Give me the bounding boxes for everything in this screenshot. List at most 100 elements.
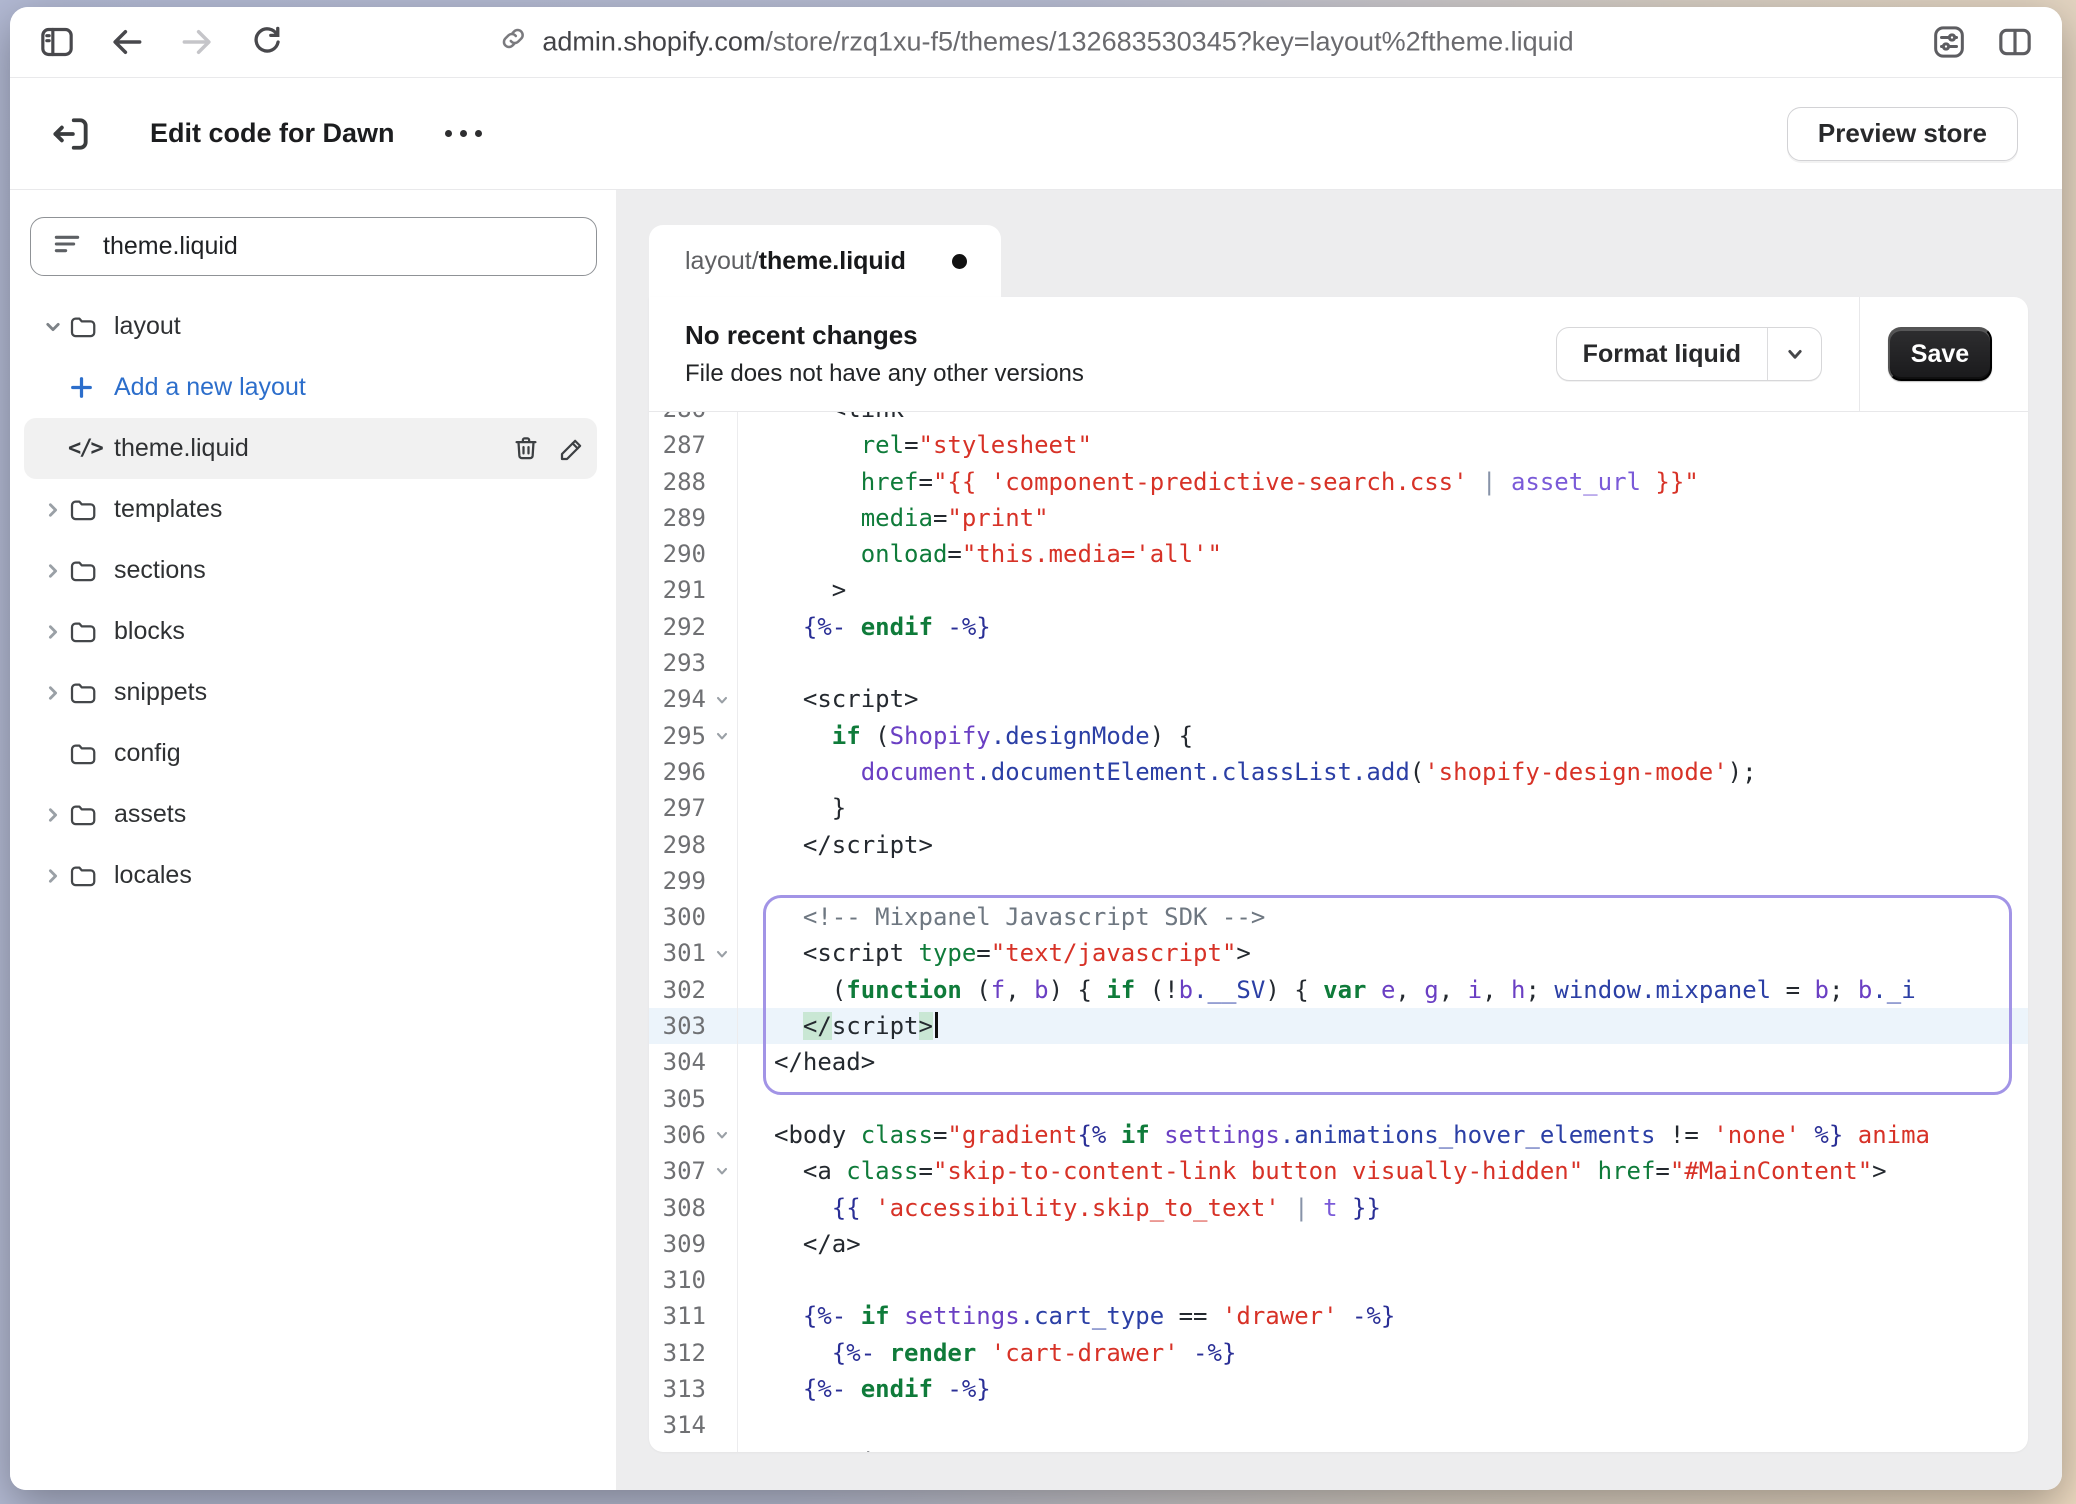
fold-chevron-icon[interactable] [706,1153,737,1189]
reload-icon[interactable] [246,21,288,63]
split-view-icon[interactable] [1994,21,2036,63]
folder-icon [68,556,114,586]
code-line: 298 </script> [649,827,2028,863]
format-liquid-button[interactable]: Format liquid [1556,327,1822,381]
text-cursor [935,1012,938,1038]
line-number: 302 [649,972,706,1008]
rename-file-icon[interactable] [557,434,587,464]
code-line-text[interactable]: <script> [737,681,919,717]
sidebar-item-theme-liquid[interactable]: </>theme.liquid [24,418,597,479]
code-line-text[interactable]: {%- endif -%} [737,609,991,645]
sidebar-item-templates[interactable]: templates [24,479,597,540]
line-number: 291 [649,572,706,608]
fold-gutter [706,1407,737,1443]
folder-label: templates [114,495,222,524]
sidebar-toggle-icon[interactable] [36,21,78,63]
code-line-text[interactable] [737,1407,774,1443]
format-liquid-label[interactable]: Format liquid [1557,328,1767,380]
code-line: 310 [649,1262,2028,1298]
fold-chevron-icon[interactable] [706,1117,737,1153]
code-line: 299 [649,863,2028,899]
code-line-text[interactable] [737,645,774,681]
status-subtitle: File does not have any other versions [685,360,1556,388]
code-line-text[interactable]: onload="this.media='all'" [737,536,1222,572]
code-line-text[interactable]: <script> [737,1444,919,1452]
code-line-text[interactable]: (function (f, b) { if (!b.__SV) { var e,… [737,972,1916,1008]
code-line-text[interactable]: {%- render 'cart-drawer' -%} [737,1335,1236,1371]
address-bar[interactable]: admin.shopify.com/store/rzq1xu-f5/themes… [498,24,1573,61]
code-line-text[interactable]: } [737,790,846,826]
fold-chevron-icon[interactable] [706,681,737,717]
code-line-text[interactable]: {%- endif -%} [737,1371,991,1407]
sidebar-item-blocks[interactable]: blocks [24,601,597,662]
fold-gutter [706,754,737,790]
save-button[interactable]: Save [1888,327,1992,381]
sidebar-item-layout[interactable]: layout [24,296,597,357]
tab-layout-theme-liquid[interactable]: layout/theme.liquid [649,225,1001,297]
folder-label: blocks [114,617,185,646]
sidebar-item-config[interactable]: config [24,723,597,784]
preview-store-button[interactable]: Preview store [1787,107,2018,161]
code-line: 300 <!-- Mixpanel Javascript SDK --> [649,899,2028,935]
code-line-text[interactable]: <!-- Mixpanel Javascript SDK --> [737,899,1265,935]
folder-icon [68,495,114,525]
code-line-text[interactable]: <a class="skip-to-content-link button vi… [737,1153,1887,1189]
code-line-text[interactable]: </script> [737,1008,938,1044]
code-line-text[interactable]: <body class="gradient{% if settings.anim… [737,1117,1930,1153]
code-line-text[interactable]: <link [737,412,904,427]
forward-arrow-icon[interactable] [176,21,218,63]
sidebar-item-add-a-new-layout[interactable]: Add a new layout [24,357,597,418]
code-line-text[interactable]: </head> [737,1044,875,1080]
folder-icon [68,861,114,891]
fold-gutter [706,1335,737,1371]
chevron-right-icon[interactable] [40,497,68,523]
fold-chevron-icon[interactable] [706,935,737,971]
fold-chevron-icon[interactable] [706,718,737,754]
chevron-right-icon[interactable] [40,802,68,828]
sidebar-item-snippets[interactable]: snippets [24,662,597,723]
folder-icon [68,312,114,342]
code-line: 315 <script> [649,1444,2028,1452]
chevron-right-icon[interactable] [40,558,68,584]
format-dropdown-button[interactable] [1767,328,1821,380]
delete-file-icon[interactable] [511,434,541,464]
code-line-text[interactable]: if (Shopify.designMode) { [737,718,1193,754]
file-search-input[interactable]: theme.liquid [30,217,597,276]
folder-icon [68,739,114,769]
more-options-icon[interactable] [445,130,482,137]
fold-gutter [706,464,737,500]
page-settings-icon[interactable] [1928,21,1970,63]
fold-gutter [706,899,737,935]
code-line-text[interactable]: rel="stylesheet" [737,427,1092,463]
code-line: 307 <a class="skip-to-content-link butto… [649,1153,2028,1189]
chevron-right-icon[interactable] [40,619,68,645]
sidebar-item-sections[interactable]: sections [24,540,597,601]
code-line-text[interactable]: </a> [737,1226,861,1262]
chevron-right-icon[interactable] [40,863,68,889]
folder-label: config [114,739,181,768]
header-divider [1859,297,1860,411]
code-line-text[interactable]: media="print" [737,500,1049,536]
gutter-divider [737,412,738,1452]
code-line: 292 {%- endif -%} [649,609,2028,645]
exit-icon[interactable] [48,111,94,157]
code-line-text[interactable]: {%- if settings.cart_type == 'drawer' -%… [737,1298,1395,1334]
code-line-text[interactable]: </script> [737,827,933,863]
sidebar-item-assets[interactable]: assets [24,784,597,845]
chevron-right-icon[interactable] [40,680,68,706]
back-arrow-icon[interactable] [106,21,148,63]
code-line-text[interactable]: href="{{ 'component-predictive-search.cs… [737,464,1699,500]
chevron-down-icon[interactable] [40,314,68,340]
code-line-text[interactable] [737,863,774,899]
code-line-text[interactable]: document.documentElement.classList.add('… [737,754,1757,790]
code-line-text[interactable]: > [737,572,846,608]
code-line-text[interactable]: {{ 'accessibility.skip_to_text' | t }} [737,1190,1381,1226]
code-line-text[interactable] [737,1081,774,1117]
code-line-text[interactable] [737,1262,774,1298]
fold-gutter [706,412,737,427]
code-editor[interactable]: 286 <link287 rel="stylesheet"288 href="{… [649,412,2028,1452]
code-line-text[interactable]: <script type="text/javascript"> [737,935,1251,971]
line-number: 292 [649,609,706,645]
fold-gutter [706,827,737,863]
sidebar-item-locales[interactable]: locales [24,845,597,906]
